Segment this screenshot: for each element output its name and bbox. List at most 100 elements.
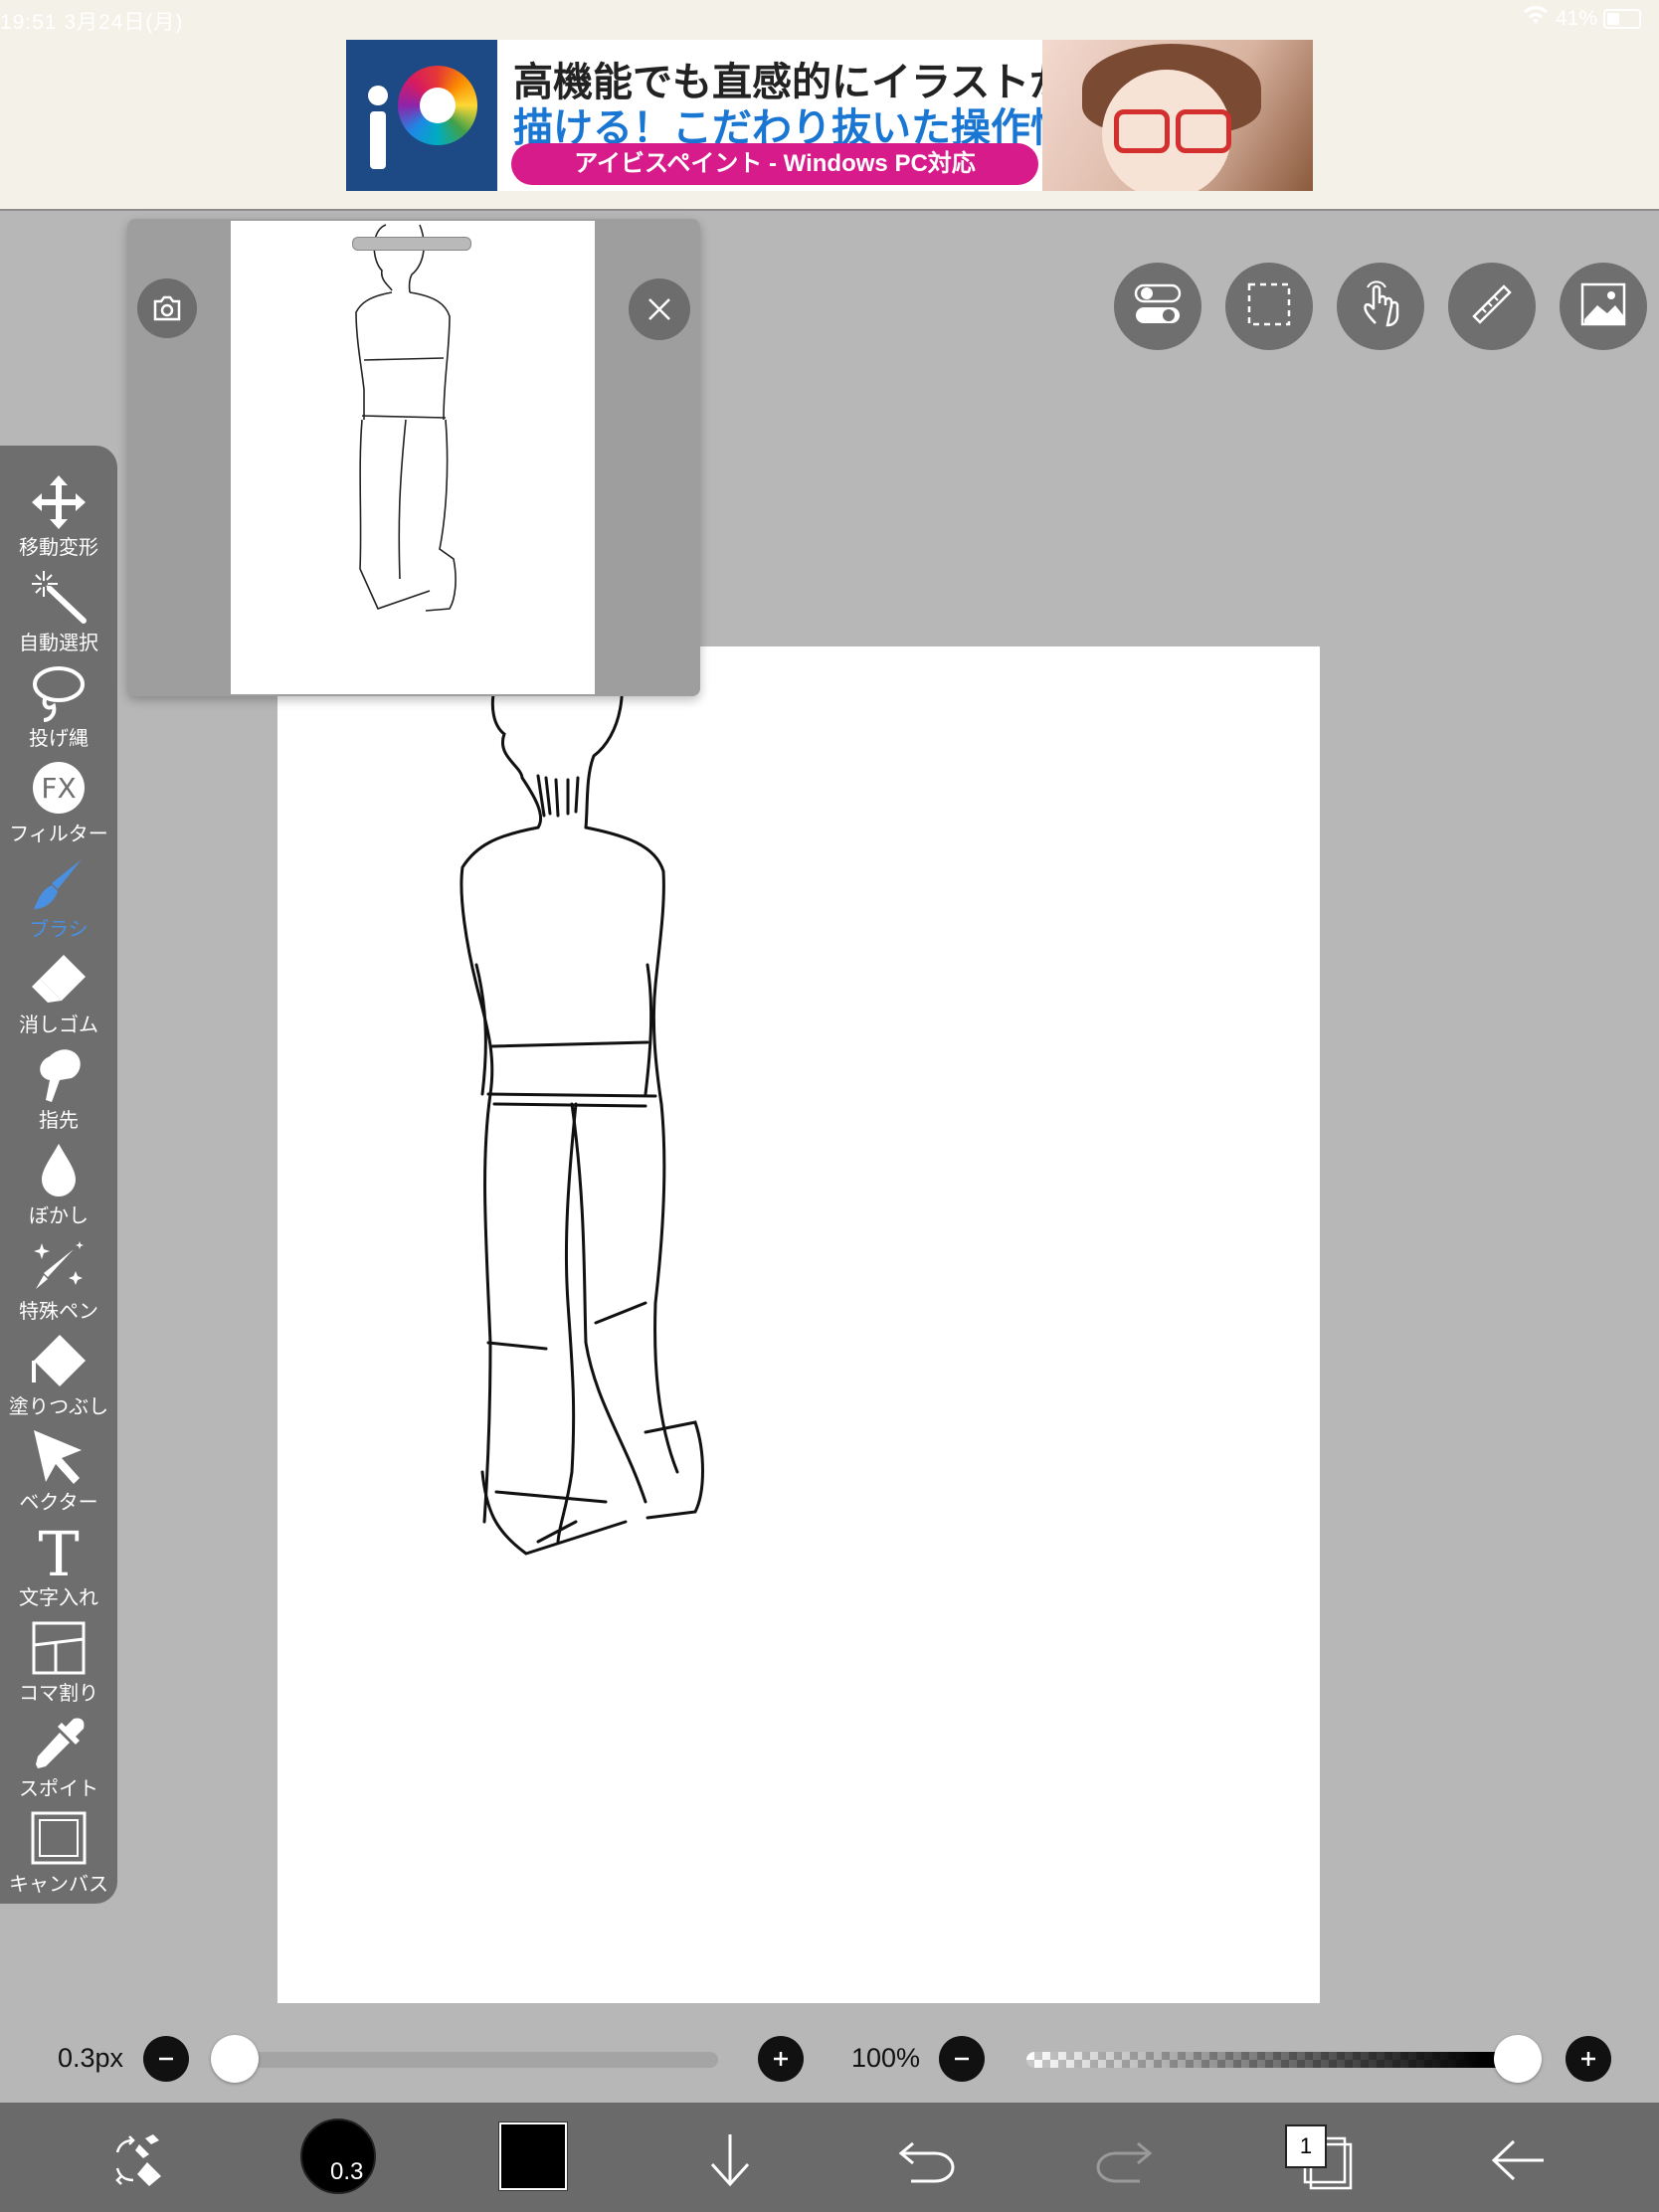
opacity-increase-button[interactable] <box>1566 2036 1611 2082</box>
navigator-drag-handle[interactable] <box>352 237 471 251</box>
opacity-slider[interactable] <box>1026 2052 1522 2068</box>
svg-text:FX: FX <box>41 772 76 805</box>
fx-icon: FX <box>33 762 85 814</box>
color-picker-button[interactable] <box>499 2122 567 2190</box>
move-arrows-icon <box>32 475 86 529</box>
vector-arrow-icon <box>34 1430 82 1484</box>
sparkle-pen-icon <box>34 1241 84 1289</box>
ibis-paint-logo <box>346 40 497 191</box>
tool-label: 塗りつぶし <box>8 1396 109 1418</box>
navigator-panel[interactable] <box>127 219 700 696</box>
brush-size-increase-button[interactable] <box>758 2036 804 2082</box>
camera-icon[interactable] <box>137 278 197 338</box>
tool-filter[interactable]: FX フィルター <box>0 752 117 847</box>
redo-button[interactable] <box>1088 2124 1160 2196</box>
tool-lasso[interactable]: 投げ縄 <box>0 656 117 752</box>
tool-label: 自動選択 <box>19 633 98 654</box>
status-indicators: 41% <box>1522 6 1641 32</box>
ad-area: 19:51 3月24日(月) 41% 高機能でも直感的にイラストが 描ける！こだ… <box>0 0 1659 211</box>
arrow-down-icon <box>710 2134 750 2187</box>
arrow-left-icon <box>1491 2139 1544 2181</box>
tool-blur[interactable]: ぼかし <box>0 1134 117 1229</box>
frame-divider-icon <box>32 1621 86 1675</box>
text-T-icon: T <box>38 1524 79 1581</box>
fill-bucket-icon <box>32 1335 86 1386</box>
tool-label: ベクター <box>19 1492 98 1514</box>
minus-icon <box>955 2057 969 2061</box>
opacity-value: 100% <box>851 2043 921 2073</box>
ad-banner[interactable]: 高機能でも直感的にイラストが 描ける！こだわり抜いた操作性！ アイビスペイント … <box>346 40 1313 191</box>
tool-move-transform[interactable]: 移動変形 <box>0 465 117 561</box>
opacity-decrease-button[interactable] <box>939 2036 985 2082</box>
tool-finger[interactable]: 指先 <box>0 1038 117 1134</box>
brush-eraser-swap-icon <box>115 2134 161 2186</box>
tool-label: 移動変形 <box>19 537 98 559</box>
tool-canvas[interactable]: キャンバス <box>0 1802 117 1898</box>
brush-settings-button[interactable]: 0.3 <box>300 2119 376 2194</box>
hand-touch-icon <box>1358 279 1403 334</box>
plus-icon <box>1581 2052 1595 2066</box>
brush-size-slider[interactable] <box>235 2052 718 2068</box>
tool-special-pen[interactable]: 特殊ペン <box>0 1229 117 1325</box>
status-time: 19:51 3月24日(月) <box>0 11 184 34</box>
drop-icon <box>42 1144 76 1197</box>
swap-brush-eraser-button[interactable] <box>103 2124 175 2196</box>
tool-label: キャンバス <box>9 1874 108 1896</box>
tool-label: コマ割り <box>19 1683 98 1705</box>
battery-percent: 41% <box>1555 7 1597 30</box>
tool-text[interactable]: T 文字入れ <box>0 1516 117 1611</box>
brush-size-badge: 0.3 <box>330 2158 364 2185</box>
drop-stroke-button[interactable] <box>694 2124 766 2196</box>
tool-label: 文字入れ <box>19 1587 98 1609</box>
tool-palette: 移動変形 自動選択 投げ縄 FX フィルター ブラシ 消しゴム 指先 ぼかし 特… <box>0 446 117 1904</box>
minus-icon <box>159 2057 173 2061</box>
drawing-canvas[interactable] <box>277 646 1320 2003</box>
navigator-thumbnail[interactable] <box>231 221 595 694</box>
layer-count: 1 <box>1285 2124 1327 2168</box>
sketch-drawing <box>460 646 704 1556</box>
tool-label: 指先 <box>39 1110 79 1132</box>
tool-label: 特殊ペン <box>19 1301 98 1323</box>
navigator-sketch <box>355 224 457 612</box>
tool-label: フィルター <box>9 824 108 845</box>
tool-vector[interactable]: ベクター <box>0 1420 117 1516</box>
ad-pill: アイビスペイント - Windows PC対応 <box>511 143 1038 185</box>
battery-icon <box>1603 9 1641 29</box>
tool-auto-select[interactable]: 自動選択 <box>0 561 117 656</box>
ruler-button[interactable] <box>1448 263 1536 350</box>
tool-label: スポイト <box>19 1778 98 1800</box>
undo-button[interactable] <box>891 2124 963 2196</box>
dashed-select-icon <box>1246 281 1292 332</box>
selection-button[interactable] <box>1225 263 1313 350</box>
plus-icon <box>774 2052 788 2066</box>
canvas-icon <box>31 1811 87 1865</box>
svg-text:T: T <box>38 1524 79 1581</box>
image-icon <box>1579 281 1627 332</box>
redo-icon <box>1096 2141 1153 2183</box>
tool-label: ぼかし <box>29 1205 89 1227</box>
reference-image-button[interactable] <box>1560 263 1647 350</box>
tool-label: ブラシ <box>29 919 89 941</box>
layers-button[interactable]: 1 <box>1285 2124 1365 2196</box>
tool-eyedropper[interactable]: スポイト <box>0 1707 117 1802</box>
tool-fill[interactable]: 塗りつぶし <box>0 1325 117 1420</box>
tool-brush[interactable]: ブラシ <box>0 847 117 943</box>
hand-tool-button[interactable] <box>1337 263 1424 350</box>
tool-label: 消しゴム <box>19 1014 98 1036</box>
brush-size-slider-thumb[interactable] <box>211 2035 259 2083</box>
tool-frame-divider[interactable]: コマ割り <box>0 1611 117 1707</box>
brush-icon <box>34 859 82 909</box>
back-button[interactable] <box>1482 2124 1554 2196</box>
brush-size-decrease-button[interactable] <box>143 2036 189 2082</box>
opacity-slider-thumb[interactable] <box>1494 2035 1542 2083</box>
magic-wand-icon <box>32 571 87 624</box>
undo-icon <box>898 2141 955 2183</box>
lasso-icon <box>33 666 85 722</box>
tool-label: 投げ縄 <box>29 728 89 750</box>
tool-eraser[interactable]: 消しゴム <box>0 943 117 1038</box>
close-icon[interactable] <box>629 278 690 340</box>
toggle-settings-button[interactable] <box>1114 263 1201 350</box>
finger-icon <box>40 1049 81 1102</box>
brush-size-value: 0.3px <box>58 2043 124 2073</box>
ad-character-illustration <box>1042 40 1313 191</box>
